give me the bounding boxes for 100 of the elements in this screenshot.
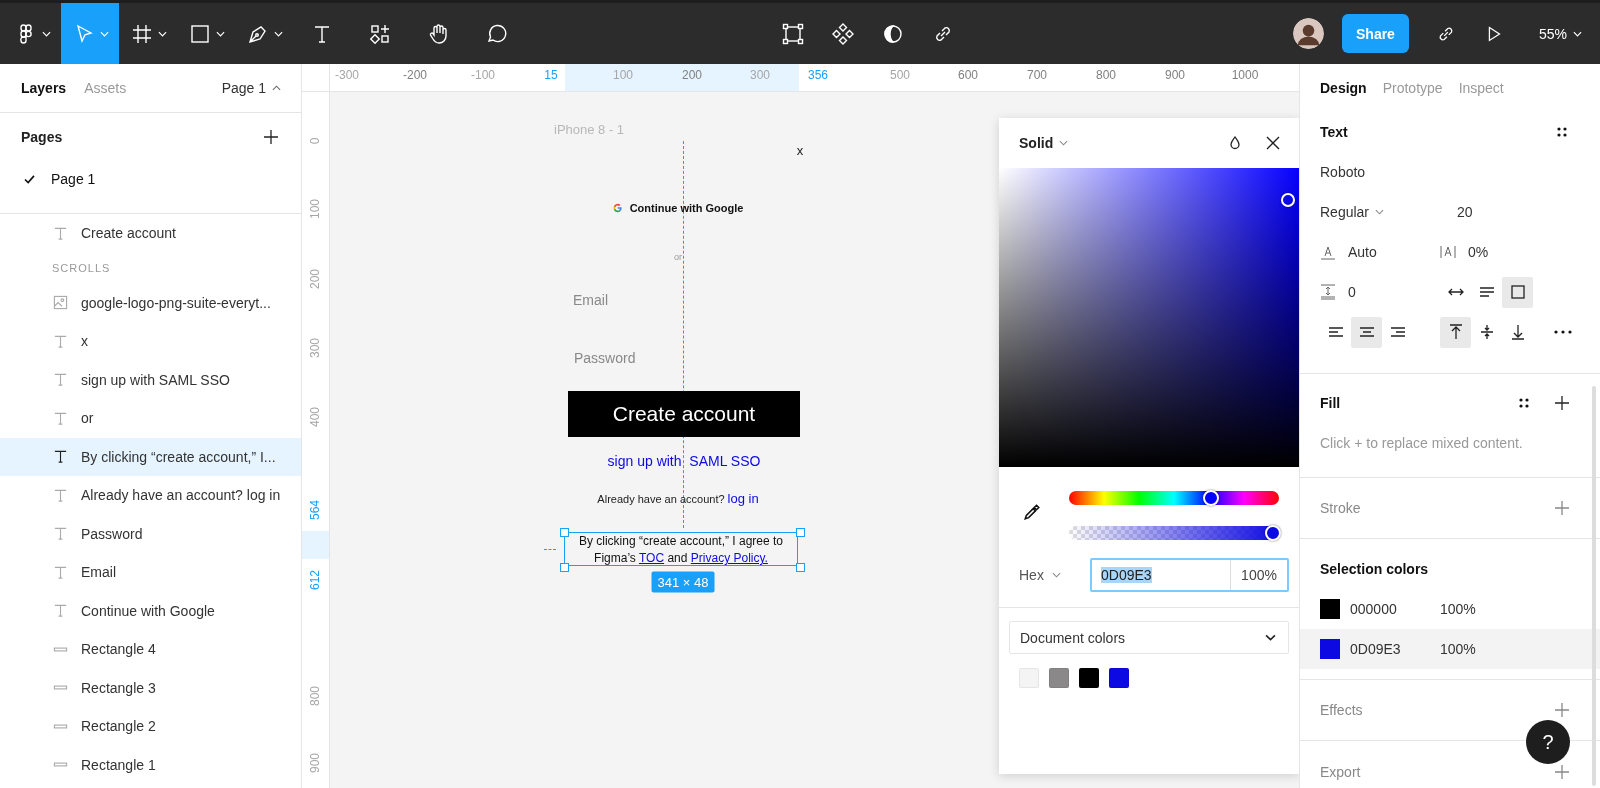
guide-line [544,549,556,550]
login-prompt-text: Already have an account? [597,492,725,505]
ruler-label: 800 [308,686,322,706]
format-dropdown[interactable]: Hex [1019,567,1090,583]
color-swatch[interactable] [1320,599,1340,619]
layer-item[interactable]: sign up with SAML SSO [0,360,301,399]
fixed-button[interactable] [1502,276,1533,308]
layer-item[interactable]: Rectangle 2 [0,707,301,746]
layer-item[interactable]: Create account [0,214,301,253]
drop-icon[interactable] [1227,135,1243,151]
resize-handle[interactable] [796,563,805,572]
ruler-label: -100 [471,68,495,82]
create-account-text: Create account [612,402,756,426]
resize-handle[interactable] [560,563,569,572]
ruler-label: 200 [308,269,322,289]
resize-handle[interactable] [560,528,569,537]
ruler-label: 600 [958,68,978,82]
image-layer-icon [53,295,68,311]
layer-item[interactable]: Password [0,514,301,553]
color-opacity: 100% [1440,641,1476,657]
paragraph-spacing-icon [1320,284,1336,300]
text-layer-icon [53,487,68,503]
edit-object-icon[interactable] [781,21,805,46]
layer-item[interactable]: x [0,322,301,361]
ruler-label: 356 [808,68,828,82]
opacity-slider[interactable] [1069,526,1279,540]
section-title: Stroke [1320,500,1361,516]
layer-item[interactable]: or [0,399,301,438]
color-swatch[interactable] [1109,668,1129,688]
more-icon[interactable] [1554,330,1572,334]
resize-handle[interactable] [796,528,805,537]
paragraph-spacing-input[interactable]: 0 [1348,284,1356,300]
ruler-label: 1000 [1231,68,1259,82]
color-field[interactable] [999,168,1299,467]
opacity-thumb[interactable] [1265,525,1281,541]
align-center-button[interactable] [1351,316,1382,348]
hue-thumb[interactable] [1202,490,1219,506]
help-button[interactable]: ? [1526,720,1570,764]
font-style-dropdown[interactable]: Regular [1320,204,1440,220]
layer-item[interactable]: Continue with Google [0,591,301,630]
ruler-label: 900 [308,753,322,773]
login-text: log in [727,490,759,506]
check-icon [24,174,35,184]
pages-heading: Pages [21,129,63,145]
letter-spacing-input[interactable]: 0% [1468,244,1489,260]
avatar-icon[interactable] [1292,18,1324,49]
color-row[interactable]: 0D09E3 100% [1300,629,1600,669]
line-height-icon [1320,244,1336,260]
color-hex: 000000 [1350,601,1398,617]
ruler-label: 200 [682,68,702,82]
font-family-dropdown[interactable]: Roboto [1320,164,1366,180]
layer-item[interactable]: Rectangle 4 [0,630,301,669]
eyedropper-icon[interactable] [1023,503,1041,521]
align-top-button[interactable] [1440,316,1471,348]
layer-item[interactable]: Email [0,553,301,592]
color-swatch[interactable] [1320,639,1340,659]
color-swatch[interactable] [1049,668,1069,688]
panel-tab[interactable]: Design [1320,80,1367,96]
zoom-menu[interactable]: 55% [1538,25,1582,42]
letter-spacing-icon [1440,244,1456,260]
library-dropdown[interactable]: Document colors [1009,621,1289,654]
page-item[interactable]: Page 1 [0,161,96,197]
text-layer-icon [53,564,68,580]
email-text: Email [573,292,608,308]
fill-hint: Click + to replace mixed content. [1320,435,1523,451]
layer-item[interactable]: By clicking “create account,” I... [0,437,301,476]
text-layer-icon [53,225,68,241]
add-icon[interactable] [1554,395,1570,411]
text-layer-icon [53,603,68,619]
line-height-input[interactable]: Auto [1348,244,1377,260]
close-icon[interactable] [1265,135,1281,151]
color-swatch[interactable] [1019,668,1039,688]
layer-item[interactable]: Rectangle 1 [0,745,301,784]
size-badge: 341 × 48 [651,571,715,593]
ruler-label: 800 [1096,68,1116,82]
terms-text: By clicking “create account,” I agree to Figma’s TOC and Privacy Policy. [577,533,785,567]
google-logo-icon [612,203,623,213]
hue-slider[interactable] [1069,491,1279,505]
diamonds-icon[interactable] [831,21,855,46]
ruler-label: 564 [308,500,322,520]
layer-item[interactable]: google-logo-png-suite-everyt... [0,283,301,322]
color-swatch[interactable] [1079,668,1099,688]
panel-tab[interactable]: Layers [21,80,67,96]
ruler-label: 612 [308,570,322,590]
color-row[interactable]: 000000 100% [1300,589,1600,629]
chevron-icon[interactable] [1265,634,1276,641]
sso-text: sign up with SAML SSO [607,453,761,469]
ruler-label: 300 [308,338,322,358]
page-menu[interactable]: Page 1 [221,80,281,96]
font-size-input[interactable]: 20 [1457,204,1473,220]
color-handle[interactable] [1281,193,1295,207]
layer-item[interactable]: Rectangle 3 [0,668,301,707]
color-opacity: 100% [1440,601,1476,617]
square-icon [1508,283,1527,301]
section-title: Text [1320,124,1348,140]
ruler-label: 400 [308,407,322,427]
ruler-label: 100 [613,68,633,82]
fill-type-dropdown[interactable]: Solid [1019,135,1069,151]
add-page-icon[interactable] [263,129,279,145]
layer-item[interactable]: Already have an account? log in [0,476,301,515]
